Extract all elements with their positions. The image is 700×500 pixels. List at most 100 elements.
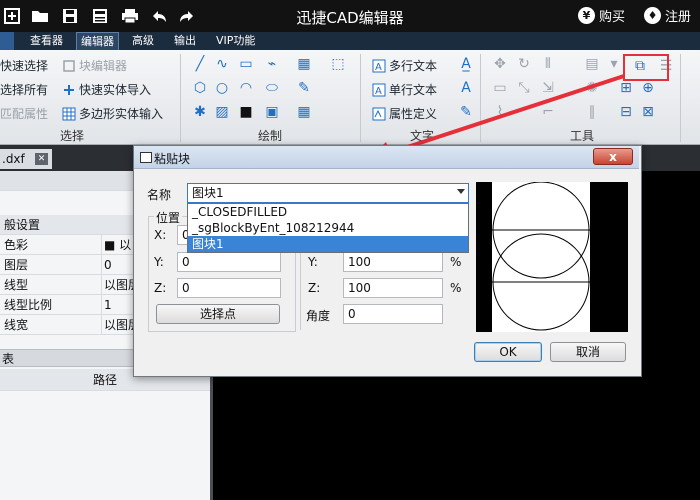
scale-y-input[interactable]: 100 [343,252,443,272]
position-z-input[interactable]: 0 [177,278,281,298]
arc-icon[interactable]: ◠ [238,80,254,96]
open-folder-icon[interactable] [30,6,50,26]
ribbon-separator [180,54,181,142]
document-tab-label: .dxf [2,152,25,166]
position-y-input[interactable]: 0 [177,252,281,272]
insert-block-icon[interactable]: ⊕ [640,80,656,96]
block-name-value: 图块1 [192,186,224,200]
dropdown-option[interactable]: _CLOSEDFILLED [188,204,468,220]
edit-pen-icon[interactable]: ✎ [296,80,312,96]
path-column-label: 路径 [93,373,118,387]
block-preview-graphic [492,181,590,332]
tab-advanced[interactable]: 高级 [128,32,158,50]
new-file-icon[interactable] [2,6,22,26]
spline-icon[interactable]: ⌁ [264,56,280,72]
lower-panel-title: 表 [2,352,15,366]
select-all-button[interactable]: 选择所有 [0,81,48,98]
block-editor-icon [62,59,76,73]
polyline-icon[interactable]: ∿ [214,56,230,72]
tab-vip[interactable]: VIP功能 [212,32,259,50]
scale-z-label: Z: [308,281,321,295]
block-preview [476,181,628,332]
redo-icon[interactable] [176,6,196,26]
cancel-button[interactable]: 取消 [550,342,626,362]
table-insert-icon[interactable]: ▦ [296,56,312,72]
match-props-button[interactable]: 匹配属性 [0,105,48,122]
name-label: 名称 [147,188,172,202]
ellipse-icon[interactable]: ⬭ [264,80,280,96]
dot-icon[interactable]: ■ [238,104,254,120]
y-label: Y: [154,255,164,269]
point-icon[interactable]: ✱ [192,104,208,120]
draw-group-label: 绘制 [258,129,283,143]
plus-icon [62,83,76,97]
select-all-label: 选择所有 [0,83,49,97]
quick-entity-import-button[interactable]: 快速实体导入 [62,81,151,98]
register-label: 注册 [665,10,692,25]
dropdown-option[interactable]: _sgBlockByEnt_108212944 [188,220,468,236]
block-name-select[interactable]: 图块1 [187,183,469,203]
property-key: 色彩 [4,238,29,252]
print-icon[interactable] [120,6,140,26]
line-icon[interactable]: ╱ [192,56,208,72]
position-label: 位置 [154,209,183,226]
buy-button[interactable]: ¥ 购买 [578,6,625,25]
percent-label: % [450,255,462,269]
dialog-window-icon [140,152,152,163]
polygon-entity-input-button[interactable]: 多边形实体输入 [62,105,163,122]
angle-label: 角度 [306,309,331,323]
pick-point-button[interactable]: 选择点 [156,304,280,324]
dialog-title-bar: 粘贴块 x [134,146,639,169]
save-as-icon[interactable] [90,6,110,26]
yen-icon: ¥ [578,7,595,24]
x-label: X: [154,228,167,242]
scale-y-label: Y: [308,255,318,269]
block-editor-label: 块编辑器 [79,59,128,73]
menu-bar: 查看器 编辑器 高级 输出 VIP功能 [0,32,700,50]
quick-select-button[interactable]: 快速选择 [0,57,48,74]
register-button[interactable]: ♦ 注册 [644,6,691,25]
paste-block-dialog: 粘贴块 x 名称 图块1 位置 X: 0 Y: 0 Z: 0 选择点 Y: 10… [133,145,642,377]
ok-button[interactable]: OK [474,342,542,362]
app-menu-button[interactable] [0,32,14,50]
ribbon-separator [680,54,681,142]
user-icon: ♦ [644,7,661,24]
close-icon[interactable]: ✕ [35,153,48,165]
tab-editor[interactable]: 编辑器 [76,32,119,50]
property-key: 线型比例 [4,298,53,312]
quick-entity-import-label: 快速实体导入 [79,83,152,97]
tab-output[interactable]: 输出 [170,32,200,50]
polygon-grid-icon [62,107,76,121]
select-group-label: 选择 [60,129,85,143]
buy-label: 购买 [599,10,626,25]
block-editor-button[interactable]: 块编辑器 [62,57,127,74]
property-key: 线宽 [4,318,29,332]
save-icon[interactable] [60,6,80,26]
dialog-title: 粘贴块 [154,152,191,166]
dialog-close-button[interactable]: x [593,148,633,165]
hatch-icon[interactable]: ▨ [214,104,230,120]
angle-input[interactable]: 0 [343,304,443,324]
block-name-dropdown: _CLOSEDFILLED _sgBlockByEnt_108212944 图块… [187,203,469,253]
undo-icon[interactable] [150,6,170,26]
block-save-icon[interactable]: ⊠ [640,104,656,120]
rectangle-icon[interactable]: ▭ [238,56,254,72]
region-icon[interactable]: ⬚ [330,56,346,72]
match-props-label: 匹配属性 [0,107,49,121]
grid-table-icon[interactable]: ▦ [296,104,312,120]
percent-label: % [450,281,462,295]
circle-icon[interactable]: ○ [214,80,230,96]
z-label: Z: [154,281,167,295]
title-bar: 迅捷CAD编辑器 ¥ 购买 ♦ 注册 [0,0,700,32]
general-settings-label: 般设置 [4,218,41,232]
image-icon[interactable]: ▣ [264,104,280,120]
tab-viewer[interactable]: 查看器 [26,32,67,50]
quick-select-label: 快速选择 [0,59,49,73]
scale-z-input[interactable]: 100 [343,278,443,298]
polygon-icon[interactable]: ⬡ [192,80,208,96]
dropdown-option-selected[interactable]: 图块1 [188,236,468,252]
polygon-entity-input-label: 多边形实体输入 [79,107,164,121]
chevron-down-icon [457,189,465,194]
property-key: 线型 [4,278,29,292]
document-tab[interactable]: .dxf ✕ [0,149,52,169]
